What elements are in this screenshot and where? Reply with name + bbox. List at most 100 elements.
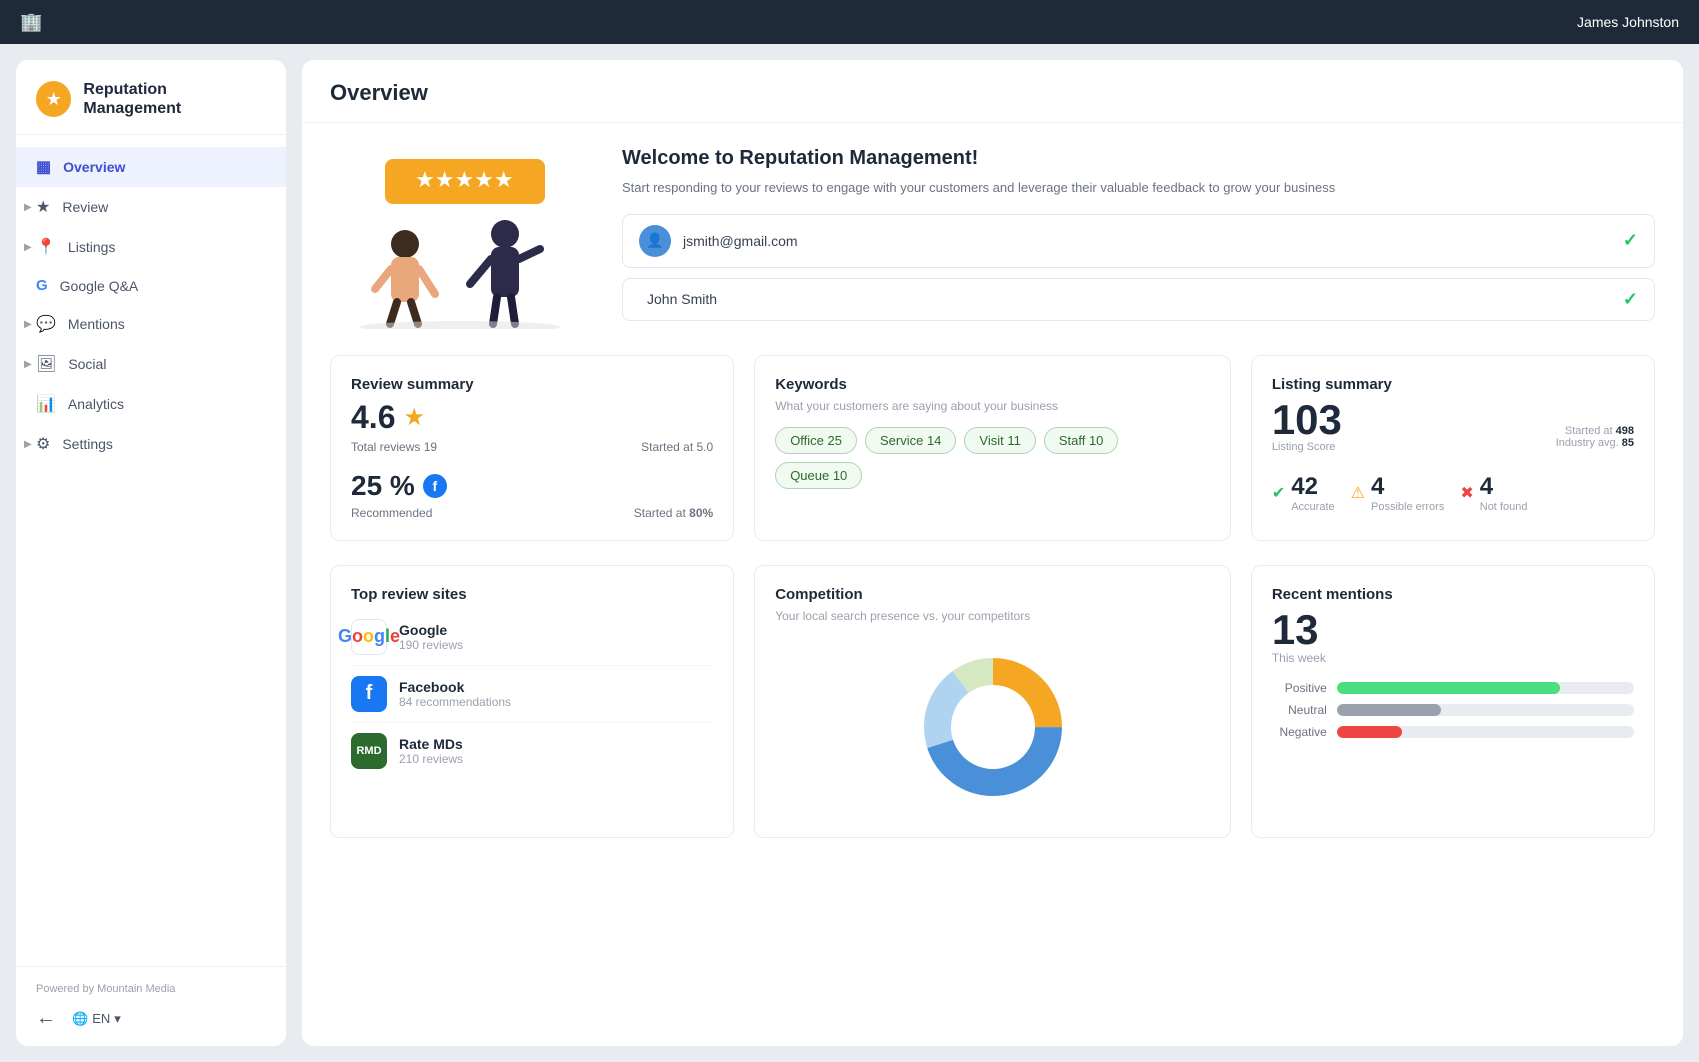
- ratemds-logo: RMD: [351, 733, 387, 769]
- keyword-tag-staff: Staff 10: [1044, 427, 1119, 454]
- mentions-count: 13: [1272, 609, 1634, 651]
- sidebar-item-label-social: Social: [68, 356, 106, 372]
- topbar-logo-icon: 🏢: [20, 12, 42, 33]
- globe-icon: 🌐: [72, 1011, 88, 1027]
- sidebar-item-google-qa[interactable]: G Google Q&A: [16, 267, 286, 304]
- review-icon: ★: [36, 197, 50, 217]
- recommend-row: 25 % f: [351, 470, 713, 502]
- competition-title: Competition: [775, 586, 1210, 603]
- negative-bar-fill: [1337, 726, 1402, 738]
- started-at-recommend-text: Started at: [634, 506, 686, 520]
- sidebar-item-label-mentions: Mentions: [68, 316, 125, 332]
- keyword-tag-office: Office 25: [775, 427, 857, 454]
- negative-bar-track: [1337, 726, 1634, 738]
- not-found-icon: ✖: [1460, 483, 1473, 503]
- ratemds-info: Rate MDs 210 reviews: [399, 736, 463, 766]
- review-arrow-icon: ▶: [24, 202, 32, 213]
- listing-stat-not-found: ✖ 4 Not found: [1460, 473, 1527, 513]
- facebook-icon: f: [423, 474, 447, 498]
- mention-bar-neutral: Neutral: [1272, 703, 1634, 717]
- chevron-down-icon: ▾: [114, 1011, 121, 1027]
- language-selector[interactable]: 🌐 EN ▾: [72, 1011, 121, 1027]
- review-stats: Total reviews 19 Started at 5.0: [351, 440, 713, 454]
- donut-container: [775, 637, 1210, 817]
- cards-row: Review summary 4.6 ★ Total reviews 19 St…: [330, 355, 1655, 541]
- mention-bar-positive: Positive: [1272, 681, 1634, 695]
- started-at-label: Started at 5.0: [641, 440, 713, 454]
- site-item-facebook: f Facebook 84 recommendations: [351, 666, 713, 723]
- listings-icon: 📍: [36, 237, 56, 257]
- listing-meta: Started at 498 Industry avg. 85: [1556, 425, 1634, 449]
- not-found-block: 4 Not found: [1480, 473, 1528, 513]
- top-review-sites-title: Top review sites: [351, 586, 713, 603]
- review-summary-title: Review summary: [351, 376, 713, 393]
- keywords-title: Keywords: [775, 376, 1210, 393]
- recommend-pct: 25 %: [351, 470, 415, 502]
- mentions-arrow-icon: ▶: [24, 319, 32, 330]
- mentions-icon: 💬: [36, 314, 56, 334]
- errors-icon: ⚠: [1351, 483, 1365, 503]
- mention-bar-negative: Negative: [1272, 725, 1634, 739]
- accurate-icon: ✔: [1272, 483, 1285, 503]
- sidebar-title: Reputation Management: [83, 80, 266, 118]
- main-header: Overview: [302, 60, 1683, 123]
- welcome-text-area: Welcome to Reputation Management! Start …: [622, 147, 1655, 331]
- sidebar-item-social[interactable]: ▶ 🖼 Social: [16, 344, 286, 384]
- accurate-label: Accurate: [1291, 501, 1334, 513]
- listing-score-block: 103 Listing Score: [1272, 399, 1342, 461]
- main-body: ★★★★★: [302, 123, 1683, 1046]
- listing-started-at: 498: [1616, 425, 1634, 437]
- errors-label: Possible errors: [1371, 501, 1444, 513]
- accurate-count: 42: [1291, 473, 1334, 501]
- settings-icon: ⚙: [36, 434, 50, 454]
- competition-subtitle: Your local search presence vs. your comp…: [775, 609, 1210, 623]
- settings-arrow-icon: ▶: [24, 439, 32, 450]
- listing-score-area: 103 Listing Score Started at 498 Industr…: [1272, 399, 1634, 461]
- welcome-section: ★★★★★: [330, 147, 1655, 331]
- rating-star-icon: ★: [403, 403, 425, 432]
- email-avatar-icon: 👤: [639, 225, 671, 257]
- facebook-count: 84 recommendations: [399, 695, 511, 709]
- listing-score-value: 103: [1272, 399, 1342, 441]
- bottom-cards-row: Top review sites Google Google 190 revie…: [330, 565, 1655, 838]
- facebook-logo: f: [351, 676, 387, 712]
- ratemds-count: 210 reviews: [399, 752, 463, 766]
- topbar-user: James Johnston: [1577, 14, 1679, 30]
- started-at-recommend: Started at 80%: [634, 506, 713, 520]
- ratemds-name: Rate MDs: [399, 736, 463, 752]
- sidebar-item-label-analytics: Analytics: [68, 396, 124, 412]
- sidebar-item-analytics[interactable]: 📊 Analytics: [16, 384, 286, 424]
- email-value: jsmith@gmail.com: [683, 233, 1611, 249]
- keyword-tag-queue: Queue 10: [775, 462, 862, 489]
- sidebar-header: ★ Reputation Management: [16, 60, 286, 135]
- rating-row: 4.6 ★: [351, 399, 713, 436]
- google-logo: Google: [351, 619, 387, 655]
- recommend-stats: Recommended Started at 80%: [351, 506, 713, 520]
- sidebar-item-label-settings: Settings: [62, 436, 113, 452]
- sidebar-item-label-listings: Listings: [68, 239, 115, 255]
- recent-mentions-card: Recent mentions 13 This week Positive Ne…: [1251, 565, 1655, 838]
- sidebar-item-listings[interactable]: ▶ 📍 Listings: [16, 227, 286, 267]
- positive-bar-label: Positive: [1272, 681, 1327, 695]
- accurate-block: 42 Accurate: [1291, 473, 1334, 513]
- main-content: Overview ★★★★★: [302, 60, 1683, 1046]
- listing-industry-avg: 85: [1622, 437, 1634, 449]
- overview-icon: ▦: [36, 157, 51, 177]
- sidebar-item-overview[interactable]: ▦ Overview: [16, 147, 286, 187]
- svg-text:★★★★★: ★★★★★: [415, 167, 514, 192]
- facebook-name: Facebook: [399, 679, 511, 695]
- positive-bar-track: [1337, 682, 1634, 694]
- back-button[interactable]: ←: [36, 1007, 56, 1030]
- welcome-illustration: ★★★★★: [330, 149, 590, 329]
- site-item-google: Google Google 190 reviews: [351, 609, 713, 666]
- topbar: 🏢 James Johnston: [0, 0, 1699, 44]
- sidebar: ★ Reputation Management ▦ Overview ▶ ★ R…: [16, 60, 286, 1046]
- sidebar-item-review[interactable]: ▶ ★ Review: [16, 187, 286, 227]
- sidebar-item-mentions[interactable]: ▶ 💬 Mentions: [16, 304, 286, 344]
- email-check-icon: ✓: [1623, 230, 1638, 251]
- sidebar-item-settings[interactable]: ▶ ⚙ Settings: [16, 424, 286, 464]
- not-found-label: Not found: [1480, 501, 1528, 513]
- errors-count: 4: [1371, 473, 1444, 501]
- analytics-icon: 📊: [36, 394, 56, 414]
- keywords-subtitle: What your customers are saying about you…: [775, 399, 1210, 413]
